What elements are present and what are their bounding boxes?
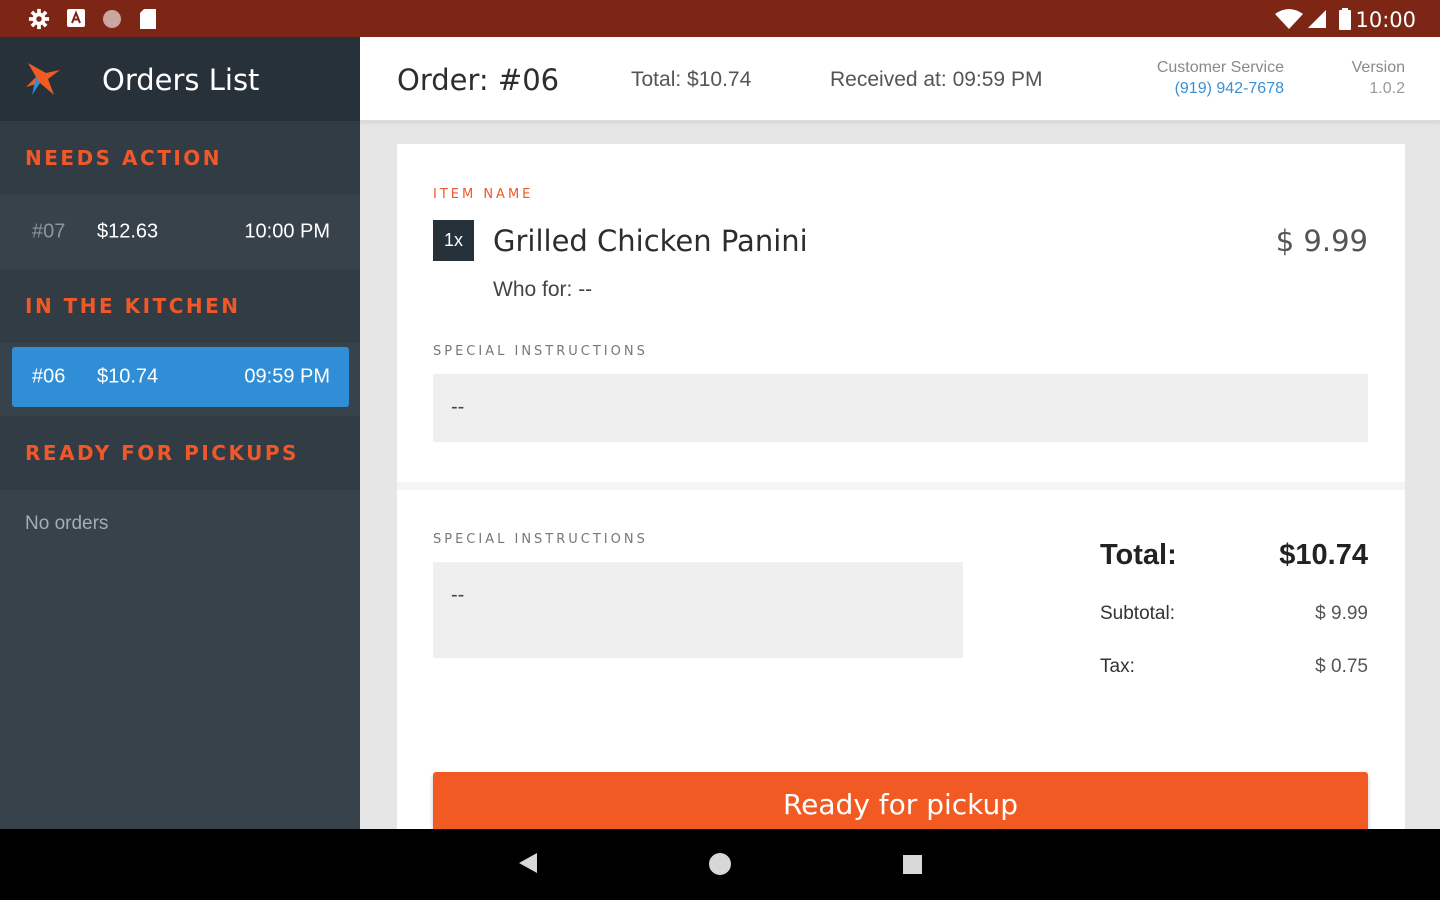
item-special-instructions-text: -- xyxy=(451,396,465,418)
order-row-06-selected[interactable]: #06 $10.74 09:59 PM xyxy=(12,347,349,407)
circle-icon xyxy=(103,10,121,28)
total-value: $10.74 xyxy=(1279,539,1368,571)
section-needs-action: NEEDS ACTION xyxy=(0,121,360,195)
a-icon xyxy=(67,9,85,27)
order-amount: $10.74 xyxy=(97,365,159,388)
system-nav-bar xyxy=(0,829,1440,900)
subtotal-value: $ 9.99 xyxy=(1315,603,1368,624)
app-logo-icon xyxy=(26,63,60,95)
order-time: 09:59 PM xyxy=(244,365,330,388)
subtotal-label: Subtotal: xyxy=(1100,603,1175,624)
header-received-time: Received at: 09:59 PM xyxy=(830,68,1043,91)
card-divider xyxy=(397,482,1405,490)
order-detail-panel: Order: #06 Total: $10.74 Received at: 09… xyxy=(360,37,1440,829)
sidebar-header: Orders List xyxy=(0,37,360,121)
total-label: Total: xyxy=(1100,539,1177,571)
section-label: NEEDS ACTION xyxy=(25,146,223,170)
item-special-instructions-label: SPECIAL INSTRUCTIONS xyxy=(433,344,648,359)
order-number: #06 xyxy=(32,365,66,388)
section-in-the-kitchen: IN THE KITCHEN xyxy=(0,269,360,343)
ready-for-pickup-button[interactable]: Ready for pickup xyxy=(433,772,1368,829)
order-number: #07 xyxy=(32,220,66,243)
order-special-instructions-text: -- xyxy=(451,584,465,606)
header-total: Total: $10.74 xyxy=(631,68,752,91)
item-special-instructions-box: -- xyxy=(433,374,1368,442)
order-time: 10:00 PM xyxy=(244,220,330,243)
version-value: 1.0.2 xyxy=(1369,80,1405,97)
home-icon[interactable] xyxy=(709,853,731,875)
order-header: Order: #06 Total: $10.74 Received at: 09… xyxy=(360,37,1440,121)
status-bar: 10:00 xyxy=(0,0,1440,37)
order-row-07[interactable]: #07 $12.63 10:00 PM xyxy=(0,195,360,269)
item-name-label: ITEM NAME xyxy=(433,187,534,202)
version-label: Version xyxy=(1351,59,1405,76)
sd-card-icon xyxy=(140,9,156,29)
back-icon[interactable] xyxy=(519,853,537,873)
wifi-icon xyxy=(1275,9,1303,29)
item-price: $ 9.99 xyxy=(1275,224,1368,258)
order-special-instructions-box: -- xyxy=(433,562,963,658)
section-label: READY FOR PICKUPS xyxy=(25,441,299,465)
tax-value: $ 0.75 xyxy=(1315,656,1368,677)
battery-icon xyxy=(1339,8,1351,30)
item-card: ITEM NAME 1x Grilled Chicken Panini $ 9.… xyxy=(397,144,1405,482)
sidebar-title: Orders List xyxy=(102,63,260,97)
customer-service-label: Customer Service xyxy=(1156,59,1284,76)
no-orders-text: No orders xyxy=(25,513,109,534)
orders-sidebar: Orders List NEEDS ACTION #07 $12.63 10:0… xyxy=(0,37,360,829)
status-time: 10:00 xyxy=(1355,8,1416,32)
section-ready-for-pickups: READY FOR PICKUPS xyxy=(0,416,360,490)
who-for-text: Who for: -- xyxy=(493,278,593,301)
gear-icon xyxy=(28,8,50,30)
recent-apps-icon[interactable] xyxy=(903,855,922,874)
signal-icon xyxy=(1308,10,1326,28)
tax-label: Tax: xyxy=(1100,656,1135,677)
quantity-badge: 1x xyxy=(433,220,474,261)
order-summary-card: SPECIAL INSTRUCTIONS -- Total: $10.74 Su… xyxy=(397,490,1405,829)
order-amount: $12.63 xyxy=(97,220,159,243)
order-title: Order: #06 xyxy=(397,63,560,97)
order-special-instructions-label: SPECIAL INSTRUCTIONS xyxy=(433,532,648,547)
item-name: Grilled Chicken Panini xyxy=(493,224,808,258)
section-label: IN THE KITCHEN xyxy=(25,294,241,318)
customer-service-phone-link[interactable]: (919) 942-7678 xyxy=(1175,80,1284,98)
